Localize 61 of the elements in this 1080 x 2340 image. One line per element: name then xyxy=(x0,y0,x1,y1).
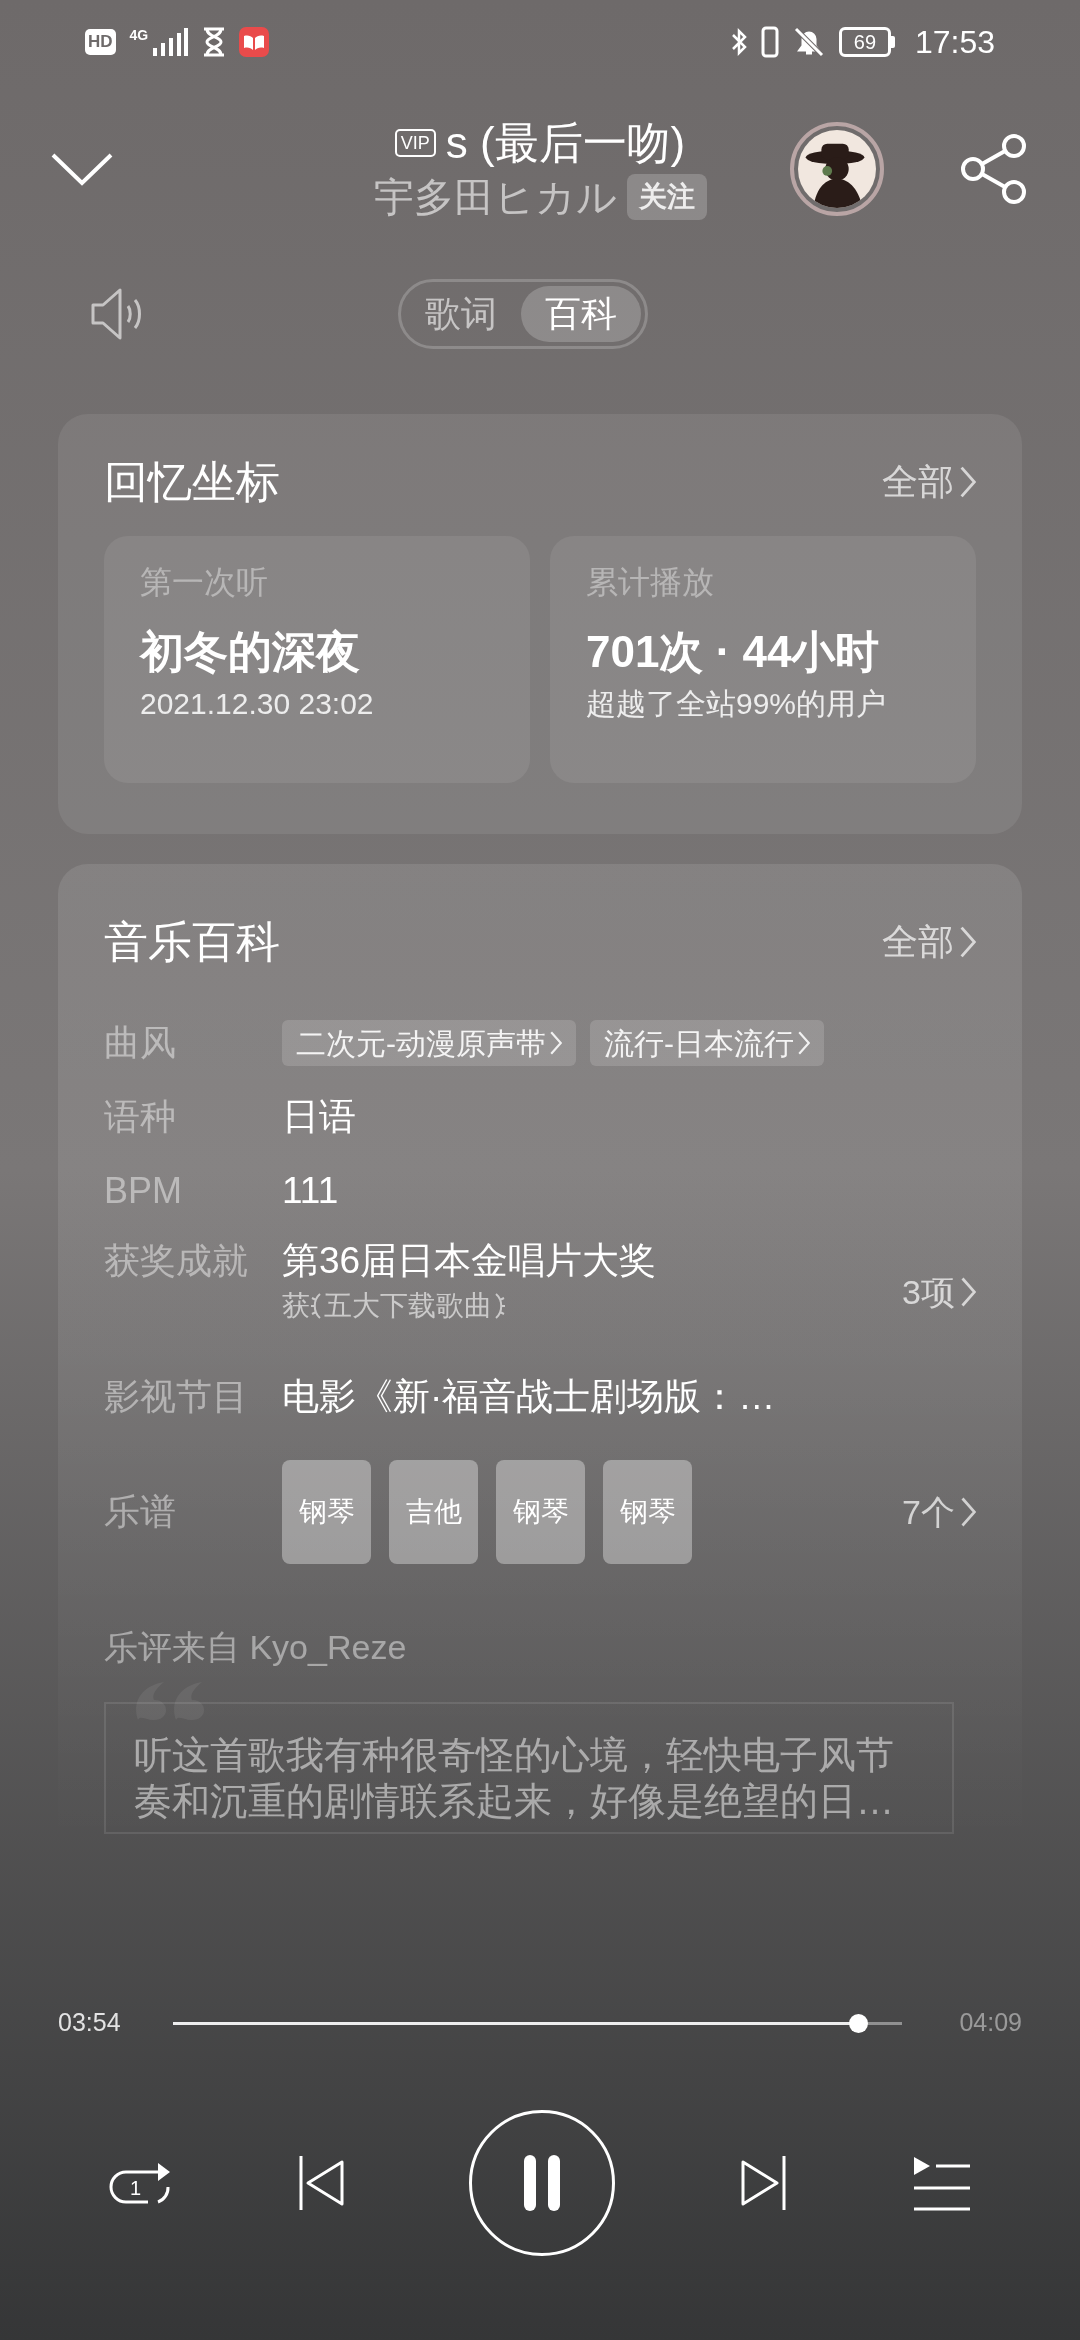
chevron-right-icon xyxy=(798,1031,810,1055)
award-honor: 五大下载歌曲 xyxy=(324,1289,492,1323)
tab[interactable]: 歌词 xyxy=(405,286,517,342)
chevron-right-icon xyxy=(961,1277,976,1307)
field-label: 影视节目 xyxy=(104,1375,249,1419)
view-all-link[interactable]: 全部 xyxy=(882,455,976,509)
artist-name[interactable]: 宇多田ヒカル xyxy=(373,171,617,223)
view-all-link[interactable]: 全部 xyxy=(882,915,976,969)
network-label: 4G xyxy=(129,28,149,42)
award-title: 第36届日本金唱片大奖 xyxy=(282,1239,657,1283)
follow-button[interactable]: 关注 xyxy=(626,174,707,220)
pause-button[interactable] xyxy=(469,2110,615,2256)
chevron-down-icon[interactable] xyxy=(50,152,114,186)
sheet-tile[interactable]: 钢琴 xyxy=(603,1460,692,1564)
vibrate-icon xyxy=(760,26,779,58)
field-value: 电影《新·福音战士剧场版：… xyxy=(282,1375,776,1419)
field-label: 语种 xyxy=(104,1095,177,1139)
stat-note: 超越了全站99%的用户 xyxy=(586,686,888,722)
pause-icon xyxy=(522,2153,562,2213)
book-app-icon xyxy=(239,27,270,57)
stat-note: 2021.12.30 23:02 xyxy=(140,686,375,722)
playlist-icon[interactable] xyxy=(912,2155,972,2211)
tab[interactable]: 百科 xyxy=(521,286,641,342)
sheet-count-link[interactable]: 7个 xyxy=(902,1486,976,1538)
field-label: 乐谱 xyxy=(104,1490,177,1534)
field-value: 日语 xyxy=(282,1095,356,1139)
bluetooth-icon xyxy=(730,27,747,57)
bell-off-icon xyxy=(792,26,825,58)
section-title: 音乐百科 xyxy=(104,916,280,968)
vip-badge: VIP xyxy=(394,129,436,157)
review-text: 听这首歌我有种很奇怪的心境，轻快电子风节奏和沉重的剧情联系起来，好像是绝望的日… xyxy=(134,1733,895,1824)
song-title: s (最后一吻) xyxy=(445,117,686,169)
review-source[interactable]: 乐评来自 Kyo_Reze xyxy=(104,1622,976,1672)
genre-tag[interactable]: 流行-日本流行 xyxy=(590,1020,824,1066)
genre-tag[interactable]: 二次元-动漫原声带 xyxy=(282,1020,576,1066)
hourglass-icon xyxy=(203,27,226,57)
chevron-right-icon xyxy=(960,926,976,958)
section-title: 回忆坐标 xyxy=(104,456,280,508)
stat-value: 初冬的深夜 xyxy=(140,626,361,678)
award-count-link[interactable]: 3项 xyxy=(902,1266,976,1318)
previous-icon[interactable] xyxy=(297,2154,344,2212)
clock-time: 17:53 xyxy=(914,23,995,62)
progress-thumb[interactable] xyxy=(849,2013,869,2033)
artist-avatar[interactable] xyxy=(790,122,884,216)
chevron-right-icon xyxy=(960,466,976,498)
sheet-tile[interactable]: 钢琴 xyxy=(496,1460,585,1564)
elapsed-time: 03:54 xyxy=(58,2007,122,2039)
field-label: BPM xyxy=(104,1169,183,1213)
stat-value: 701次 · 44小时 xyxy=(586,626,881,678)
sheet-tile[interactable]: 吉他 xyxy=(389,1460,478,1564)
field-value: 111 xyxy=(282,1169,339,1213)
field-label: 获奖成就 xyxy=(104,1239,249,1283)
field-label: 曲风 xyxy=(104,1021,177,1065)
total-time: 04:09 xyxy=(958,2007,1022,2039)
hd-badge: HD xyxy=(85,29,116,55)
sheet-tile[interactable]: 钢琴 xyxy=(282,1460,371,1564)
chevron-right-icon xyxy=(550,1031,562,1055)
award-prefix: 获 xyxy=(282,1289,310,1323)
signal-icon xyxy=(151,28,190,56)
next-icon[interactable] xyxy=(740,2154,787,2212)
chevron-right-icon xyxy=(961,1497,976,1527)
